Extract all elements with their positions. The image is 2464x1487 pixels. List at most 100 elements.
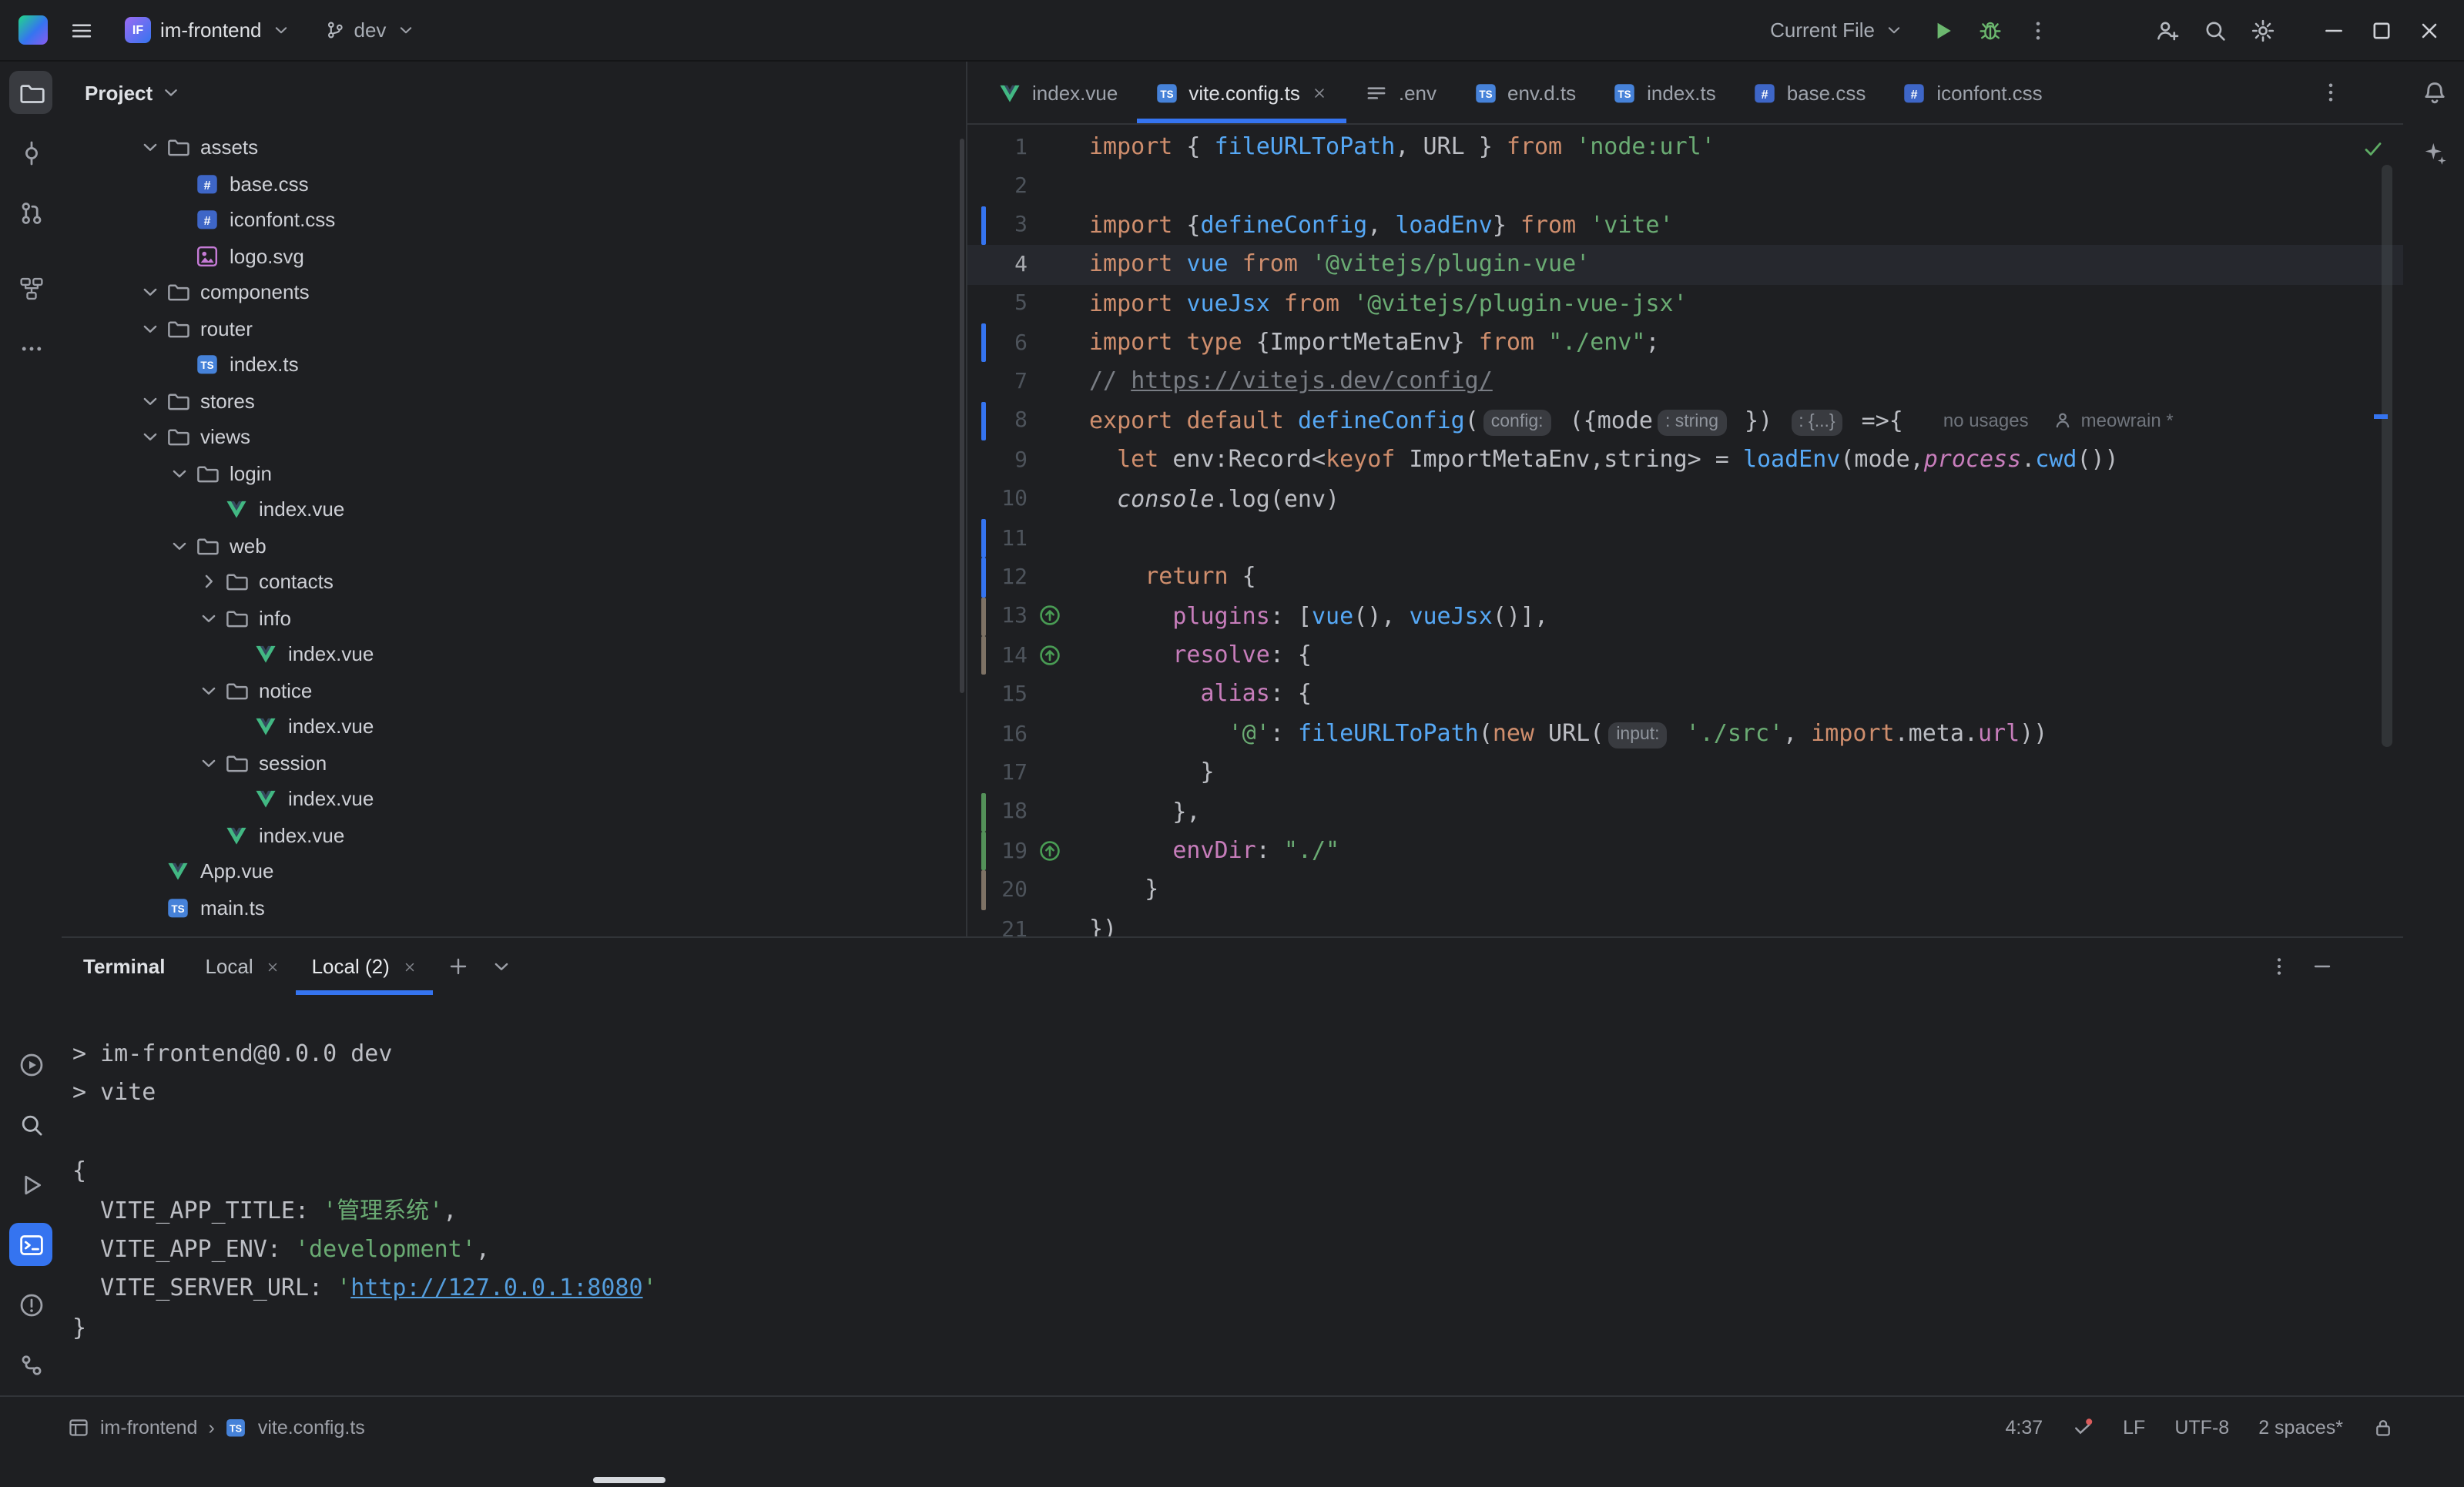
breadcrumb-file[interactable]: vite.config.ts <box>258 1416 365 1438</box>
code-line-13[interactable]: 13 plugins: [vue(), vueJsx()], <box>967 597 2403 636</box>
chevron-right-icon[interactable] <box>197 571 220 594</box>
code-line-17[interactable]: 17 } <box>967 754 2403 793</box>
write-access-icon[interactable] <box>2372 1416 2394 1438</box>
code-line-1[interactable]: 1import { fileURLToPath, URL } from 'nod… <box>967 128 2403 167</box>
terminal-tool-button[interactable] <box>9 1223 52 1266</box>
pull-requests-tool-button[interactable] <box>9 191 52 234</box>
close-tab-icon[interactable] <box>402 959 417 974</box>
git-status-icon[interactable] <box>2072 1416 2094 1438</box>
line-ending[interactable]: LF <box>2123 1416 2145 1438</box>
find-tool-button[interactable] <box>9 1103 52 1146</box>
terminal-title[interactable]: Terminal <box>83 955 165 978</box>
commit-tool-button[interactable] <box>9 131 52 174</box>
tree-item-assets[interactable]: assets <box>62 129 966 166</box>
tab-base-css[interactable]: #base.css <box>1735 62 1885 123</box>
run-button[interactable] <box>1923 10 1963 50</box>
branch-widget[interactable]: dev <box>314 7 427 53</box>
close-tab-icon[interactable] <box>1311 84 1328 101</box>
chevron-down-icon[interactable] <box>197 607 220 630</box>
tab-iconfont-css[interactable]: #iconfont.css <box>1884 62 2060 123</box>
terminal-dropdown-icon[interactable] <box>485 949 519 983</box>
code-line-10[interactable]: 10 console.log(env) <box>967 480 2403 519</box>
maximize-button[interactable] <box>2362 10 2402 50</box>
implemented-gutter-icon[interactable] <box>1028 644 1071 668</box>
tree-item-components[interactable]: components <box>62 274 966 310</box>
chevron-down-icon[interactable] <box>168 462 191 485</box>
search-everywhere-icon[interactable] <box>2195 10 2235 50</box>
code-line-14[interactable]: 14 resolve: { <box>967 636 2403 675</box>
code-line-8[interactable]: 8export default defineConfig(config: ({m… <box>967 401 2403 440</box>
tree-item-router[interactable]: router <box>62 310 966 347</box>
debug-button[interactable] <box>1970 10 2010 50</box>
code-line-3[interactable]: 3import {defineConfig, loadEnv} from 'vi… <box>967 206 2403 246</box>
code-line-19[interactable]: 19 envDir: "./" <box>967 832 2403 871</box>
run-config-widget[interactable]: Current File <box>1759 7 1915 53</box>
chevron-down-icon[interactable] <box>139 281 162 304</box>
implemented-gutter-icon[interactable] <box>1028 839 1071 863</box>
version-control-tool-button[interactable] <box>9 1343 52 1386</box>
tree-item-index-ts[interactable]: TSindex.ts <box>62 347 966 383</box>
main-menu-icon[interactable] <box>62 10 102 50</box>
ai-assistant-button[interactable] <box>2412 131 2456 174</box>
code-line-18[interactable]: 18 }, <box>967 792 2403 832</box>
tree-item-contacts[interactable]: contacts <box>62 564 966 600</box>
tab-env-d-ts[interactable]: TSenv.d.ts <box>1455 62 1594 123</box>
code-line-2[interactable]: 2 <box>967 167 2403 206</box>
services-tool-button[interactable] <box>9 1043 52 1086</box>
tree-item-base-css[interactable]: #base.css <box>62 166 966 202</box>
tab-index-ts[interactable]: TSindex.ts <box>1594 62 1735 123</box>
code-line-21[interactable]: 21}) <box>967 910 2403 936</box>
tab-vite-config-ts[interactable]: TSvite.config.ts <box>1136 62 1346 123</box>
chevron-down-icon[interactable] <box>168 534 191 558</box>
terminal-tab-local-2[interactable]: Local (2) <box>297 938 433 995</box>
terminal-output[interactable]: > im-frontend@0.0.0 dev> vite{ VITE_APP_… <box>62 995 2403 1395</box>
problems-tool-button[interactable] <box>9 1283 52 1326</box>
project-scrollbar[interactable] <box>960 139 964 693</box>
project-tool-button[interactable] <box>9 71 52 114</box>
caret-position[interactable]: 4:37 <box>2005 1416 2043 1438</box>
more-tools-button[interactable] <box>9 327 52 370</box>
structure-tool-button[interactable] <box>9 266 52 310</box>
chevron-down-icon[interactable] <box>139 426 162 449</box>
tree-item-index-vue[interactable]: index.vue <box>62 817 966 853</box>
chevron-down-icon[interactable] <box>139 390 162 413</box>
hide-terminal-icon[interactable] <box>2305 949 2338 983</box>
terminal-tab-local[interactable]: Local <box>189 938 296 995</box>
tree-item-stores[interactable]: stores <box>62 383 966 419</box>
chevron-down-icon[interactable] <box>139 136 162 159</box>
code-line-6[interactable]: 6import type {ImportMetaEnv} from "./env… <box>967 323 2403 363</box>
new-terminal-icon[interactable] <box>442 949 476 983</box>
chevron-down-icon[interactable] <box>160 82 182 103</box>
settings-icon[interactable] <box>2243 10 2283 50</box>
code-line-4[interactable]: 4import vue from '@vitejs/plugin-vue' <box>967 245 2403 284</box>
tab-index-vue[interactable]: index.vue <box>980 62 1136 123</box>
code-line-7[interactable]: 7// https://vitejs.dev/config/ <box>967 363 2403 402</box>
tree-item-views[interactable]: views <box>62 419 966 455</box>
tree-item-notice[interactable]: notice <box>62 672 966 708</box>
project-panel-title[interactable]: Project <box>85 81 153 104</box>
tree-item-logo-svg[interactable]: logo.svg <box>62 238 966 274</box>
chevron-down-icon[interactable] <box>197 752 220 775</box>
tree-item-iconfont-css[interactable]: #iconfont.css <box>62 202 966 238</box>
project-widget[interactable]: IF im-frontend <box>114 7 302 53</box>
tab-options-icon[interactable] <box>2314 75 2348 109</box>
breadcrumb-project[interactable]: im-frontend <box>100 1416 197 1438</box>
tree-item-index-vue[interactable]: index.vue <box>62 708 966 745</box>
indent-style[interactable]: 2 spaces* <box>2258 1416 2343 1438</box>
code-area[interactable]: 1import { fileURLToPath, URL } from 'nod… <box>967 125 2403 936</box>
code-line-12[interactable]: 12 return { <box>967 558 2403 598</box>
tree-item-app-vue[interactable]: App.vue <box>62 853 966 889</box>
author-hint[interactable]: meowrain * <box>2081 410 2174 432</box>
tree-item-info[interactable]: info <box>62 600 966 636</box>
notifications-button[interactable] <box>2412 71 2456 114</box>
code-line-9[interactable]: 9 let env:Record<keyof ImportMetaEnv,str… <box>967 440 2403 480</box>
chevron-down-icon[interactable] <box>197 679 220 702</box>
tree-item-login[interactable]: login <box>62 455 966 491</box>
code-line-20[interactable]: 20 } <box>967 871 2403 910</box>
chevron-down-icon[interactable] <box>139 317 162 340</box>
close-tab-icon[interactable] <box>266 959 281 974</box>
tree-item-index-vue[interactable]: index.vue <box>62 491 966 527</box>
code-line-11[interactable]: 11 <box>967 519 2403 558</box>
run-tool-button[interactable] <box>9 1163 52 1206</box>
terminal-options-icon[interactable] <box>2261 949 2295 983</box>
